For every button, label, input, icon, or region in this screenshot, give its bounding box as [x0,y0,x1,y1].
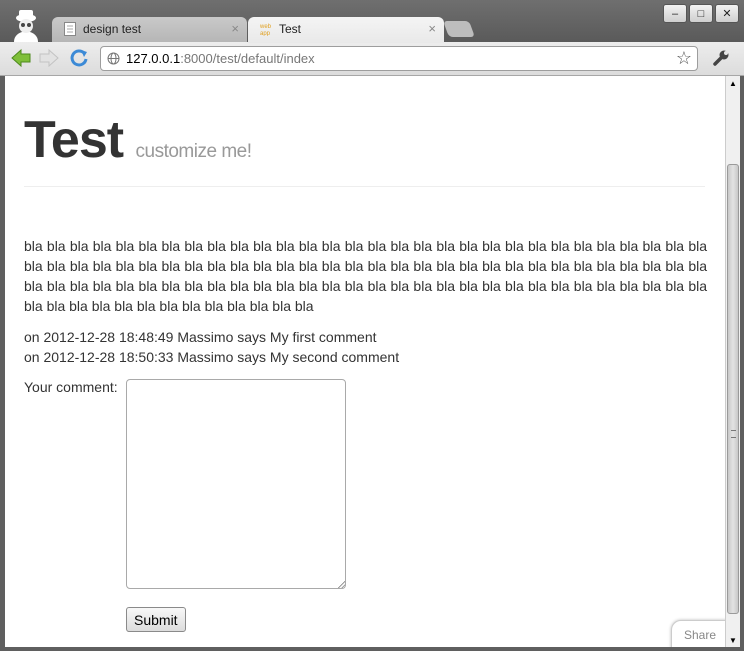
scrollbar-thumb[interactable] [727,164,739,614]
share-button[interactable]: Share [671,620,725,647]
maximize-button[interactable]: □ [689,4,713,23]
submit-button[interactable]: Submit [126,607,186,632]
forward-arrow-icon[interactable] [38,48,60,68]
scroll-up-arrow-icon[interactable]: ▲ [726,76,740,90]
tab-title: design test [83,22,142,36]
window-controls: – □ ✕ [663,4,739,23]
bookmark-star-icon[interactable]: ☆ [676,48,692,69]
svg-text:app: app [260,31,271,36]
new-tab-button[interactable] [443,21,475,37]
page-viewport: Test customize me! bla bla bla bla bla b… [5,76,725,647]
comment-item: on 2012-12-28 18:48:49 Massimo says My f… [24,329,377,345]
page-icon [64,22,76,36]
scroll-down-arrow-icon[interactable]: ▼ [726,633,740,647]
comment-item: on 2012-12-28 18:50:33 Massimo says My s… [24,349,400,365]
grip-icon [731,430,736,438]
comment-textarea[interactable] [126,379,346,589]
page-header: Test customize me! [24,110,252,170]
wrench-icon[interactable] [712,49,730,67]
url-text: 127.0.0.1:8000/test/default/index [126,51,315,66]
reload-icon[interactable] [68,48,90,68]
body-paragraph: bla bla bla bla bla bla bla bla bla bla … [24,238,707,314]
tab-design-test[interactable]: design test × [52,17,247,43]
resize-handle[interactable] [337,580,345,588]
browser-toolbar: 127.0.0.1:8000/test/default/index ☆ [0,42,744,76]
web2py-icon: web app [260,24,272,36]
minimize-button[interactable]: – [663,4,687,23]
close-window-button[interactable]: ✕ [715,4,739,23]
back-arrow-icon[interactable] [10,48,32,68]
close-tab-icon[interactable]: × [428,21,436,36]
url-host: 127.0.0.1 [126,51,181,66]
incognito-icon [14,10,38,42]
globe-icon [107,52,120,65]
url-path: :8000/test/default/index [180,51,315,66]
title-bar: design test × web app Test × – □ ✕ [0,0,744,43]
divider [24,186,705,187]
address-bar[interactable]: 127.0.0.1:8000/test/default/index ☆ [100,46,698,71]
tab-title: Test [279,22,302,36]
page-subtitle: customize me! [135,141,252,162]
close-tab-icon[interactable]: × [231,21,239,36]
page-title: Test [24,111,124,169]
tab-test[interactable]: web app Test × [248,17,444,43]
comment-label: Your comment: [24,379,118,395]
vertical-scrollbar[interactable]: ▲ ▼ [725,76,740,647]
svg-text:web: web [260,24,272,30]
